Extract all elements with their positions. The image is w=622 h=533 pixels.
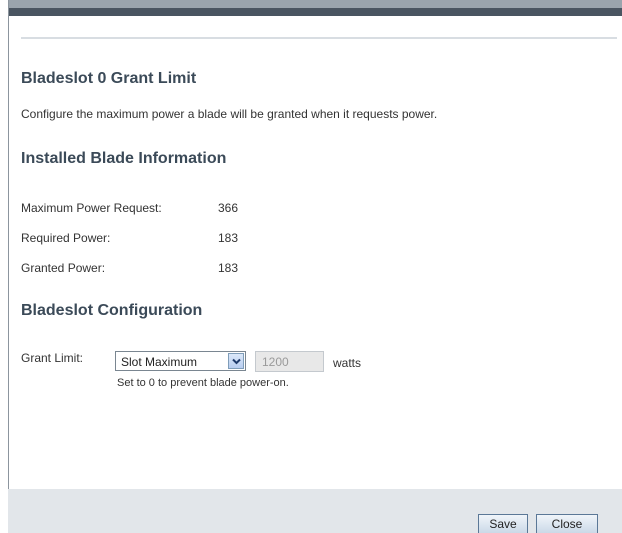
grant-limit-watts-value: 1200 bbox=[262, 355, 289, 369]
grant-limit-select-value: Slot Maximum bbox=[121, 355, 198, 369]
watts-unit-label: watts bbox=[333, 356, 362, 370]
bladeslot-config-title: Bladeslot Configuration bbox=[21, 302, 203, 319]
installed-blade-title: Installed Blade Information bbox=[21, 150, 227, 167]
required-power-label: Required Power: bbox=[21, 231, 111, 245]
save-button[interactable]: Save bbox=[478, 514, 528, 533]
dialog-window: Bladeslot 0 Grant Limit Configure the ma… bbox=[8, 0, 622, 533]
dialog-footer bbox=[8, 489, 622, 533]
grant-limit-hint: Set to 0 to prevent blade power-on. bbox=[117, 377, 289, 389]
grant-limit-watts-input[interactable]: 1200 bbox=[255, 351, 324, 372]
header-divider bbox=[21, 37, 617, 39]
grant-limit-label: Grant Limit: bbox=[21, 351, 84, 365]
max-power-request-label: Maximum Power Request: bbox=[21, 201, 162, 215]
grant-limit-description: Configure the maximum power a blade will… bbox=[21, 107, 438, 121]
max-power-request-value: 366 bbox=[218, 201, 239, 215]
granted-power-label: Granted Power: bbox=[21, 261, 106, 275]
granted-power-value: 183 bbox=[218, 261, 239, 275]
close-button[interactable]: Close bbox=[536, 514, 598, 533]
grant-limit-select[interactable]: Slot Maximum bbox=[115, 351, 246, 371]
dialog-title-bar bbox=[8, 8, 622, 16]
dialog-left-border bbox=[8, 0, 9, 533]
required-power-value: 183 bbox=[218, 231, 239, 245]
grant-limit-title: Bladeslot 0 Grant Limit bbox=[21, 70, 197, 87]
chevron-down-icon[interactable] bbox=[228, 353, 244, 369]
